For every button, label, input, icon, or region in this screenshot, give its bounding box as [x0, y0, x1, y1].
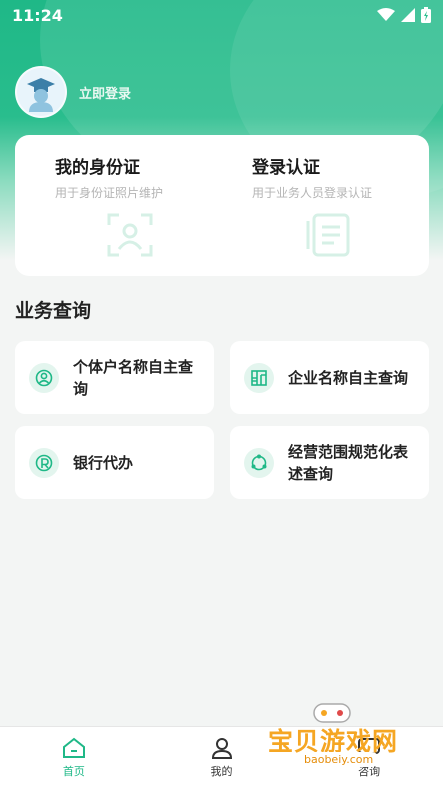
bank-icon	[29, 447, 59, 478]
certificate-card: 我的身份证 用于身份证照片维护 登录认证 用于业务人员登录认证	[15, 135, 429, 276]
building-icon	[244, 362, 274, 393]
status-icons	[377, 7, 431, 23]
cert-item-login-auth[interactable]: 登录认证 用于业务人员登录认证	[232, 135, 429, 276]
service-label: 银行代办	[73, 453, 134, 472]
signal-icon	[401, 8, 415, 22]
wifi-icon	[377, 8, 395, 21]
service-business-scope-query[interactable]: 经营范围规范化表述查询	[230, 426, 429, 499]
home-icon	[62, 737, 85, 758]
service-label: 企业名称自主查询	[288, 368, 409, 387]
tab-label: 我的	[210, 765, 233, 778]
cycle-icon	[244, 447, 274, 478]
service-bank-agency[interactable]: 银行代办	[15, 426, 214, 499]
id-portrait-icon	[107, 213, 153, 257]
cert-item-id-card[interactable]: 我的身份证 用于身份证照片维护	[15, 135, 232, 276]
service-individual-name-query[interactable]: 个体户名称自主查询	[15, 341, 214, 414]
section-title: 业务查询	[15, 300, 92, 322]
watermark: 宝贝游戏网 baobeiy.com	[268, 700, 418, 782]
status-bar: 11:24	[0, 0, 443, 30]
service-label: 经营范围规范化表述查询	[288, 442, 409, 483]
cert-title: 登录认证	[252, 158, 320, 178]
tab-label: 首页	[62, 765, 85, 778]
gamepad-icon	[313, 703, 351, 723]
profile-section[interactable]: 立即登录	[15, 66, 131, 118]
person-search-icon	[29, 362, 59, 393]
document-icon	[306, 213, 350, 257]
battery-icon	[421, 7, 431, 23]
service-enterprise-name-query[interactable]: 企业名称自主查询	[230, 341, 429, 414]
login-link[interactable]: 立即登录	[79, 83, 131, 102]
status-time: 11:24	[12, 5, 63, 25]
avatar-graduate-icon	[27, 78, 55, 112]
cert-title: 我的身份证	[55, 158, 140, 178]
watermark-url: baobeiy.com	[298, 752, 380, 767]
cert-subtitle: 用于业务人员登录认证	[252, 186, 373, 200]
avatar[interactable]	[15, 66, 67, 118]
person-icon	[211, 738, 232, 759]
tab-home[interactable]: 首页	[0, 727, 148, 788]
cert-subtitle: 用于身份证照片维护	[55, 186, 164, 200]
service-label: 个体户名称自主查询	[73, 357, 194, 398]
